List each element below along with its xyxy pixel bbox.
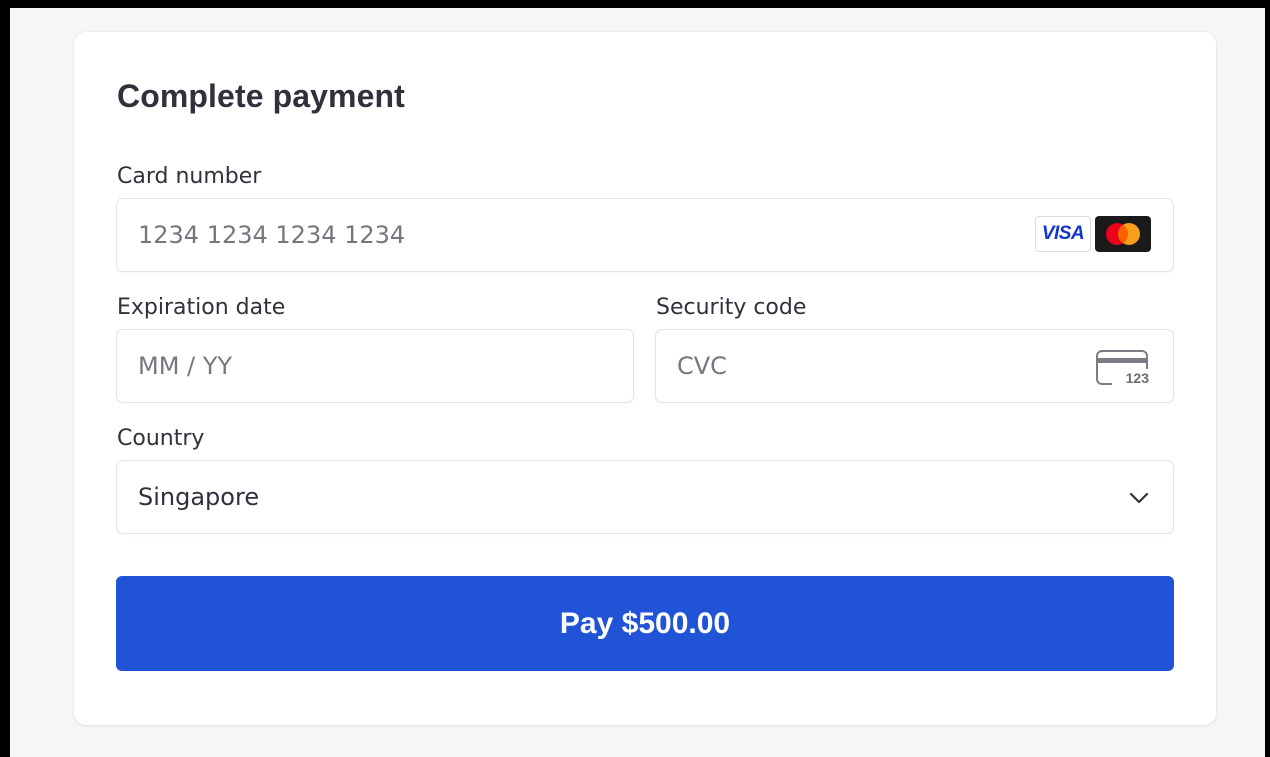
- expiration-date-field[interactable]: [116, 329, 634, 403]
- window-frame-top: [0, 0, 1270, 8]
- card-number-field[interactable]: VISA: [116, 198, 1174, 272]
- country-select[interactable]: Singapore: [116, 460, 1174, 534]
- page-title: Complete payment: [117, 78, 405, 114]
- card-cvc-icon: 123: [1096, 350, 1151, 386]
- pay-button[interactable]: Pay $500.00: [116, 576, 1174, 671]
- cvc-icon-text: 123: [1126, 370, 1150, 386]
- window-frame-left: [0, 0, 10, 757]
- window-frame-right: [1265, 0, 1270, 757]
- security-code-label: Security code: [656, 295, 807, 320]
- card-number-input[interactable]: [138, 199, 1018, 271]
- chevron-down-icon[interactable]: [1127, 486, 1151, 510]
- expiration-date-input[interactable]: [138, 330, 608, 402]
- country-selected-value: Singapore: [138, 483, 260, 511]
- mastercard-logo-icon: [1095, 216, 1151, 252]
- country-label: Country: [117, 426, 205, 451]
- security-code-input[interactable]: [677, 330, 1077, 402]
- card-number-label: Card number: [117, 164, 262, 189]
- expiration-date-label: Expiration date: [117, 295, 286, 320]
- visa-logo-icon: VISA: [1035, 216, 1091, 252]
- security-code-field[interactable]: 123: [655, 329, 1174, 403]
